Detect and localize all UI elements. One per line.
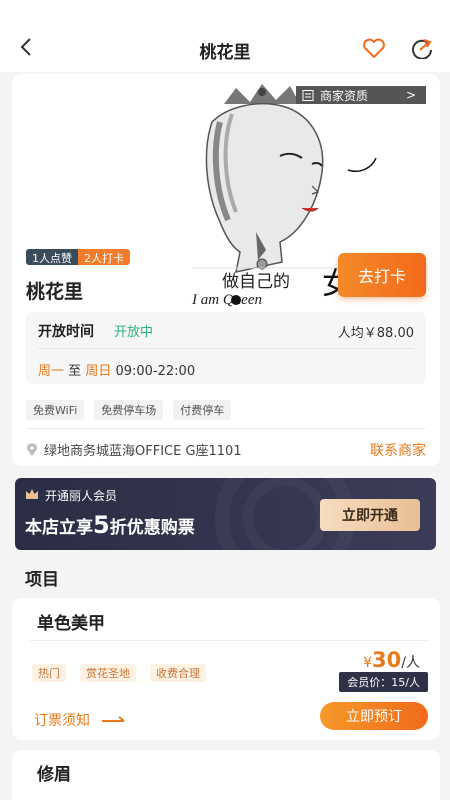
likes-badge: 1人点赞 xyxy=(26,249,78,265)
facility-tags: 免费WiFi 免费停车场 付费停车 xyxy=(26,400,232,420)
crown-icon xyxy=(26,489,38,499)
open-status: 开放中 xyxy=(114,325,154,340)
facility-tag: 免费停车场 xyxy=(94,400,164,420)
divider xyxy=(30,640,430,641)
banner-text-en: I am Queen xyxy=(191,292,262,308)
stats-badges: 1人点赞 2人打卡 xyxy=(26,249,130,265)
facility-tag: 免费WiFi xyxy=(26,400,85,420)
opening-hours-box: 开放时间 开放中 人均￥88.00 周一 至 周日 09:00-22:00 xyxy=(26,312,426,384)
day-start: 周一 xyxy=(38,364,65,379)
average-price: 人均￥88.00 xyxy=(337,326,414,341)
facility-tag: 付费停车 xyxy=(173,400,232,420)
item-tag: 赏花圣地 xyxy=(80,664,136,682)
vip-header: 开通丽人会员 xyxy=(45,489,118,503)
vip-membership-banner[interactable]: 开通丽人会员 本店立享5折优惠购票 立即开通 xyxy=(15,478,436,550)
service-item-card: 修眉 xyxy=(12,750,440,800)
hours-label: 开放时间 xyxy=(38,324,94,340)
decor-ring xyxy=(243,478,327,550)
contact-merchant-link[interactable]: 联系商家 xyxy=(370,440,426,460)
booking-notice-link[interactable]: 订票须知 xyxy=(34,710,126,730)
price-unit: /人 xyxy=(401,655,420,671)
item-price: ¥30/人 xyxy=(363,648,420,672)
favorite-heart-icon[interactable] xyxy=(362,37,386,59)
service-item-card: 单色美甲 热门 赏花圣地 收费合理 ¥30/人 会员价：15/人 订票须知 立即… xyxy=(12,598,440,740)
day-to: 至 xyxy=(68,364,82,379)
top-nav: 桃花里 xyxy=(0,0,450,72)
currency-symbol: ¥ xyxy=(363,655,373,671)
vip-discount: 5 xyxy=(93,511,110,539)
merchant-qualification-tag[interactable]: 商家资质 > xyxy=(296,86,426,104)
item-name: 单色美甲 xyxy=(37,614,105,634)
address-row[interactable]: 绿地商务城蓝海OFFICE G座1101 xyxy=(26,440,242,459)
location-pin-icon xyxy=(27,443,37,456)
chevron-right-icon: > xyxy=(405,88,416,102)
item-tag: 热门 xyxy=(32,664,66,682)
member-price-badge: 会员价：15/人 xyxy=(339,672,428,692)
section-title: 项目 xyxy=(25,570,59,590)
divider xyxy=(26,428,426,429)
item-name: 修眉 xyxy=(37,765,71,785)
divider xyxy=(38,348,414,349)
vip-offer-line: 本店立享5折优惠购票 xyxy=(25,511,195,539)
vip-offer-suffix: 折优惠购票 xyxy=(109,518,195,538)
notice-label: 订票须知 xyxy=(34,713,90,729)
price-value: 30 xyxy=(372,648,402,672)
book-now-button[interactable]: 立即预订 xyxy=(320,702,428,730)
address-text: 绿地商务城蓝海OFFICE G座1101 xyxy=(44,444,242,459)
open-days: 周一 至 周日 09:00-22:00 xyxy=(38,360,195,379)
checkin-count-badge: 2人打卡 xyxy=(78,249,130,265)
item-tag: 收费合理 xyxy=(150,664,206,682)
document-icon xyxy=(302,89,314,101)
checkin-button[interactable]: 去打卡 xyxy=(338,253,426,297)
banner-text-cn: 做自己的 xyxy=(222,272,290,291)
long-arrow-right-icon xyxy=(102,716,125,722)
share-icon[interactable] xyxy=(410,37,434,59)
shop-name: 桃花里 xyxy=(26,281,84,303)
vip-offer-prefix: 本店立享 xyxy=(25,518,93,538)
time-range: 09:00-22:00 xyxy=(115,364,196,379)
open-vip-button[interactable]: 立即开通 xyxy=(320,499,420,531)
day-end: 周日 xyxy=(85,364,112,379)
cert-label: 商家资质 xyxy=(320,88,369,103)
item-tags: 热门 赏花圣地 收费合理 xyxy=(32,664,206,682)
